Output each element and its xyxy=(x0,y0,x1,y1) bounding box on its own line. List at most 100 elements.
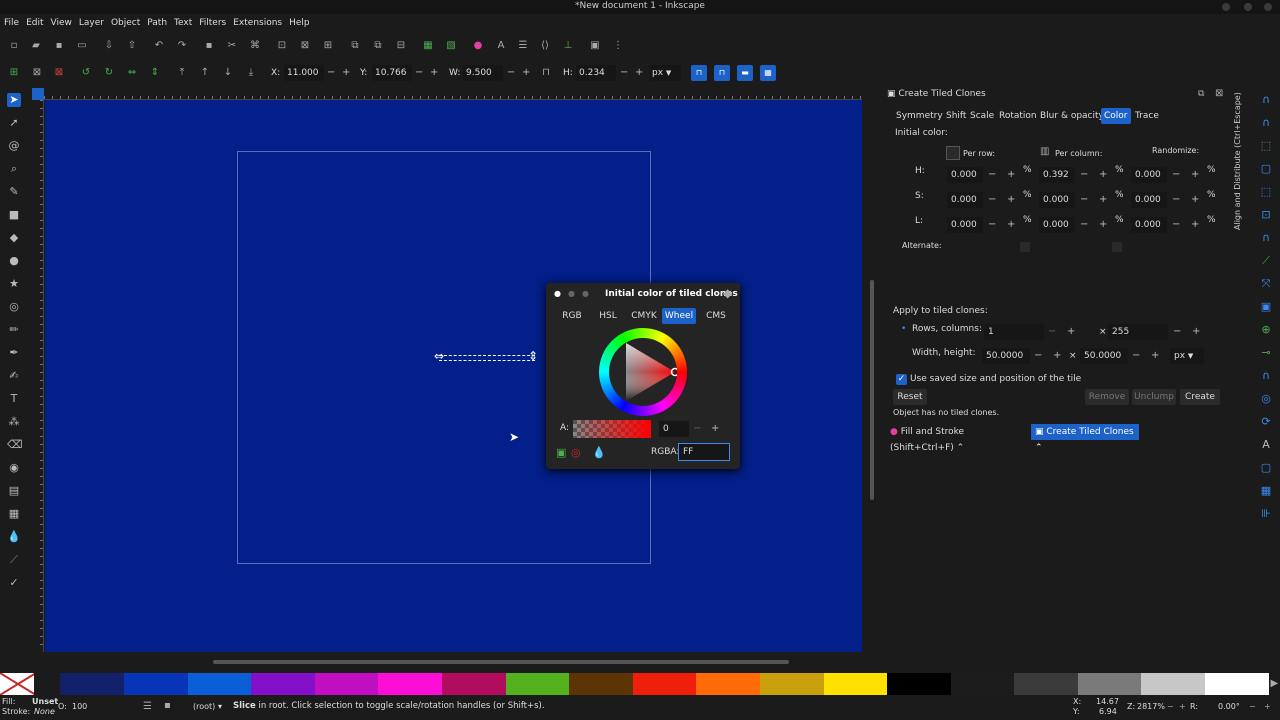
mesh-tool-icon[interactable]: ▦ xyxy=(7,507,21,521)
opacity-value[interactable]: 100 xyxy=(72,702,87,711)
palette-swatch[interactable] xyxy=(123,673,188,695)
menu-text[interactable]: Text xyxy=(174,18,192,28)
bucket-tool-icon[interactable]: ◉ xyxy=(7,461,21,475)
hue-per-row-increment[interactable]: + xyxy=(1007,167,1015,183)
lightness-random-increment[interactable]: + xyxy=(1191,217,1199,233)
pencil-tool-icon[interactable]: ✏ xyxy=(7,323,21,337)
palette-swatch[interactable] xyxy=(505,673,570,695)
unit-select[interactable]: px ▼ xyxy=(649,65,681,81)
saturation-random-input[interactable]: 0.000 xyxy=(1131,192,1167,208)
width-input[interactable]: 50.0000 xyxy=(982,348,1030,364)
panel-detach-icon[interactable]: ⧉ xyxy=(1198,89,1204,99)
selector-tool-icon[interactable]: ➤ xyxy=(7,93,21,107)
raise-icon[interactable]: ↑ xyxy=(199,67,211,79)
menu-file[interactable]: File xyxy=(4,18,19,28)
scale-handle-right-icon[interactable]: ⇕ xyxy=(528,349,538,363)
select-all-icon[interactable]: ⊞ xyxy=(8,67,20,79)
snap-bbox-icon[interactable]: ∩ xyxy=(1258,115,1274,131)
x-decrement-button[interactable]: − xyxy=(327,65,335,81)
spiral-tool-icon[interactable]: ◎ xyxy=(7,300,21,314)
rows-columns-radio[interactable]: • xyxy=(901,324,906,334)
color-popup-menu-icon[interactable]: ◆ xyxy=(723,286,732,300)
hue-per-column-input[interactable]: 0.392 xyxy=(1039,167,1075,183)
dropper-tool-icon[interactable]: 💧 xyxy=(7,530,21,544)
snap-nodes-icon[interactable]: ∩ xyxy=(1258,230,1274,246)
saturation-per-column-input[interactable]: 0.000 xyxy=(1039,192,1075,208)
rows-increment[interactable]: + xyxy=(1067,324,1075,340)
menu-filters[interactable]: Filters xyxy=(199,18,226,28)
lightness-per-column-decrement[interactable]: − xyxy=(1080,217,1088,233)
unlink-clone-icon[interactable]: ⊟ xyxy=(395,40,407,52)
no-paint-swatch[interactable] xyxy=(0,673,34,695)
vertical-scrollbar[interactable] xyxy=(866,100,878,652)
ellipse-tool-icon[interactable]: ● xyxy=(7,254,21,268)
saturation-per-row-input[interactable]: 0.000 xyxy=(947,192,983,208)
pen-tool-icon[interactable]: ✒ xyxy=(7,346,21,360)
calligraphy-tool-icon[interactable]: ✍ xyxy=(7,369,21,383)
lightness-per-column-input[interactable]: 0.000 xyxy=(1039,217,1075,233)
color-tab-wheel[interactable]: Wheel xyxy=(662,308,696,324)
tab-scale[interactable]: Scale xyxy=(967,108,997,124)
lightness-per-row-input[interactable]: 0.000 xyxy=(947,217,983,233)
unclump-button[interactable]: Unclump xyxy=(1132,389,1176,405)
color-picker-icon[interactable]: 💧 xyxy=(592,446,606,459)
snap-bbox-centers-icon[interactable]: ⊡ xyxy=(1258,207,1274,223)
tab-blur-opacity[interactable]: Blur & opacity xyxy=(1037,108,1107,124)
rotation-increment[interactable]: + xyxy=(1264,702,1271,711)
node-tool-icon[interactable]: ➚ xyxy=(7,116,21,130)
snap-text-baseline-icon[interactable]: A xyxy=(1258,437,1274,453)
document-properties-icon[interactable]: ▣ xyxy=(589,40,601,52)
text-tool-icon[interactable]: T xyxy=(7,392,21,406)
saturation-per-row-decrement[interactable]: − xyxy=(988,192,996,208)
zoom-page-icon[interactable]: ⊞ xyxy=(322,40,334,52)
color-tab-hsl[interactable]: HSL xyxy=(592,308,624,324)
panel-close-icon[interactable]: ⊠ xyxy=(1215,88,1223,99)
y-increment-button[interactable]: + xyxy=(430,65,438,81)
spray-tool-icon[interactable]: ⁂ xyxy=(7,415,21,429)
import-icon[interactable]: ⇩ xyxy=(103,40,115,52)
rotation-value[interactable]: 0.00° xyxy=(1218,702,1240,711)
menu-object[interactable]: Object xyxy=(111,18,140,28)
hue-per-column-increment[interactable]: + xyxy=(1099,167,1107,183)
palette-swatch[interactable] xyxy=(759,673,824,695)
save-icon[interactable]: ▪ xyxy=(53,40,65,52)
tab-symmetry[interactable]: Symmetry xyxy=(893,108,946,124)
snap-guides-icon[interactable]: ⊪ xyxy=(1258,506,1274,522)
snap-smooth-icon[interactable]: ⊕ xyxy=(1258,322,1274,338)
height-decrement[interactable]: − xyxy=(1132,348,1140,364)
lightness-per-row-increment[interactable]: + xyxy=(1007,217,1015,233)
rotate-ccw-icon[interactable]: ↺ xyxy=(80,67,92,79)
snap-object-center-icon[interactable]: ◎ xyxy=(1258,391,1274,407)
more-icon[interactable]: ⋮ xyxy=(612,40,624,52)
w-decrement-button[interactable]: − xyxy=(507,65,515,81)
dock-tab-tiled-clones[interactable]: ▣ Create Tiled Clones ⌃ xyxy=(1031,424,1139,453)
remove-button[interactable]: Remove xyxy=(1085,389,1129,405)
palette-swatch[interactable] xyxy=(569,673,633,695)
dock-tab-fill-stroke[interactable]: ● Fill and Stroke (Shift+Ctrl+F) ⌃ xyxy=(886,424,1028,453)
palette-swatch[interactable] xyxy=(696,673,760,695)
alpha-slider[interactable] xyxy=(573,420,651,438)
palette-swatch[interactable] xyxy=(378,673,442,695)
measure-tool-icon[interactable]: ✎ xyxy=(7,185,21,199)
zoom-increment[interactable]: + xyxy=(1179,702,1186,711)
layer-lock-icon[interactable]: ▪ xyxy=(164,700,171,711)
x-input[interactable]: 11.000 xyxy=(284,65,324,81)
palette-swatch[interactable] xyxy=(1205,673,1269,695)
close-button[interactable] xyxy=(1264,3,1272,11)
hue-random-input[interactable]: 0.000 xyxy=(1131,167,1167,183)
3d-box-tool-icon[interactable]: ◆ xyxy=(7,231,21,245)
reset-button[interactable]: Reset xyxy=(893,389,927,405)
pages-tool-icon[interactable]: ✓ xyxy=(7,576,21,590)
width-increment[interactable]: + xyxy=(1053,348,1061,364)
palette-swatch[interactable] xyxy=(823,673,888,695)
text-font-icon[interactable]: A xyxy=(495,40,507,52)
zoom-value[interactable]: 2817% xyxy=(1137,702,1165,711)
palette-swatch[interactable] xyxy=(251,673,315,695)
columns-increment[interactable]: + xyxy=(1192,324,1200,340)
zoom-selection-icon[interactable]: ⊡ xyxy=(276,40,288,52)
layer-dropdown-icon[interactable]: ▾ xyxy=(218,702,222,711)
deselect-icon[interactable]: ⊠ xyxy=(53,67,65,79)
snap-bbox-corners-icon[interactable]: ▢ xyxy=(1258,161,1274,177)
cut-icon[interactable]: ✂ xyxy=(226,40,238,52)
color-wheel[interactable] xyxy=(599,328,687,416)
